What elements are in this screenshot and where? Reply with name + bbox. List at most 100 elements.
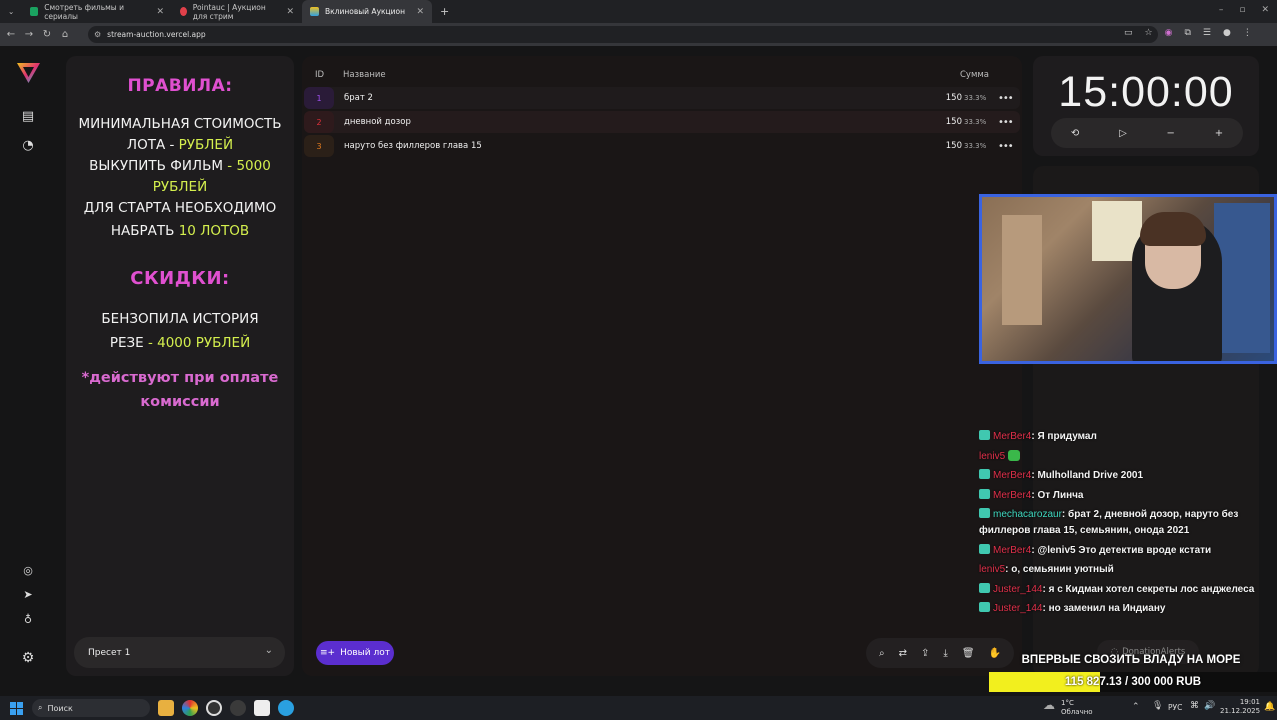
lot-name[interactable]: наруто без филлеров глава 15: [344, 141, 482, 151]
lot-id: 1: [304, 87, 334, 109]
back-icon[interactable]: ←: [2, 29, 20, 40]
telegram-icon[interactable]: [278, 700, 294, 716]
file-explorer-icon[interactable]: [158, 700, 174, 716]
chat-message: MerBer4: Mulholland Drive 2001: [979, 468, 1277, 484]
donation-goal-amount: 115 827.13 / 300 000 RUB: [1064, 676, 1202, 688]
home-icon[interactable]: ⌂: [56, 29, 74, 40]
close-window-icon[interactable]: ✕: [1261, 5, 1269, 15]
windows-start-icon[interactable]: [10, 702, 23, 715]
cast-icon[interactable]: ▭: [1124, 28, 1133, 38]
notifications-icon[interactable]: 🔔: [1264, 702, 1275, 712]
chat-message: leniv5: [979, 449, 1277, 465]
more-dots-icon[interactable]: •••: [998, 93, 1014, 104]
windows-taskbar: ⌕ Поиск ☁ 1°C Облачно ⌃ 🎙 РУС ⌘ 🔊 19:01 …: [0, 696, 1277, 720]
emote-icon: [1007, 449, 1020, 461]
history-icon[interactable]: ◔: [19, 136, 37, 154]
lot-row[interactable]: 2 дневной дозор 150 33.3% •••: [304, 111, 1020, 133]
telegram-icon[interactable]: ➤: [19, 585, 37, 603]
reset-timer-icon[interactable]: ⟲: [1071, 128, 1079, 139]
new-tab-button[interactable]: +: [432, 0, 452, 23]
more-dots-icon[interactable]: •••: [998, 117, 1014, 128]
lot-id: 2: [304, 111, 334, 133]
browser-tab-3[interactable]: Вклиновый Аукцион ✕: [302, 0, 432, 23]
badge-icon: [979, 488, 990, 499]
donation-goal-title: ВПЕРВЫЕ СВОЗИТЬ ВЛАДУ НА МОРЕ: [1021, 654, 1241, 666]
badge-icon: [979, 430, 990, 440]
lot-sum[interactable]: 150: [934, 141, 962, 151]
address-bar[interactable]: ⚙ stream-auction.vercel.app: [88, 26, 1158, 43]
list-icon[interactable]: ▤: [19, 107, 37, 125]
taskbar-search[interactable]: ⌕ Поиск: [32, 699, 150, 717]
search-icon: ⌕: [38, 703, 43, 712]
restore-icon[interactable]: ▫: [1239, 5, 1245, 15]
minus-icon[interactable]: −: [1167, 128, 1175, 139]
minimize-icon[interactable]: –: [1219, 5, 1224, 15]
forward-icon[interactable]: →: [20, 29, 38, 40]
rules-line: ВЫКУПИТЬ ФИЛЬМ - 5000: [89, 158, 271, 174]
network-icon[interactable]: ⌘: [1190, 701, 1199, 711]
more-dots-icon[interactable]: •••: [998, 141, 1014, 152]
lot-percent: 33.3%: [964, 94, 987, 102]
clock[interactable]: 19:01 21.12.2025: [1220, 698, 1260, 716]
lot-name[interactable]: дневной дозор: [344, 117, 411, 127]
lot-row[interactable]: 3 наруто без филлеров глава 15 150 33.3%…: [304, 135, 1020, 157]
search-icon[interactable]: ⌕: [879, 648, 885, 659]
microphone-icon[interactable]: 🎙: [1152, 701, 1163, 711]
close-icon[interactable]: ✕: [286, 7, 294, 17]
extension-icon[interactable]: ◉: [1165, 28, 1173, 38]
site-info-icon[interactable]: ⚙: [94, 30, 101, 39]
browser-tab-2[interactable]: Pointauc | Аукцион для стрим ✕: [172, 0, 302, 23]
app-icon[interactable]: [254, 700, 270, 716]
volume-icon[interactable]: 🔊: [1204, 701, 1215, 711]
rules-line: ДЛЯ СТАРТА НЕОБХОДИМО: [83, 200, 277, 216]
auction-logo-icon: [310, 7, 319, 16]
donation-goal-bar: 115 827.13 / 300 000 RUB: [989, 672, 1277, 692]
trash-icon[interactable]: 🗑: [962, 648, 975, 659]
chrome-icon[interactable]: [182, 700, 198, 716]
language-indicator[interactable]: РУС: [1168, 703, 1182, 712]
url-text: stream-auction.vercel.app: [107, 30, 206, 39]
column-header-id: ID: [315, 70, 325, 80]
lot-row[interactable]: 1 брат 2 150 33.3% •••: [304, 87, 1020, 109]
github-icon[interactable]: ♁: [19, 610, 37, 628]
shuffle-icon[interactable]: ⇄: [899, 648, 907, 659]
close-icon[interactable]: ✕: [416, 7, 424, 17]
browser-actions: ▭ ☆ ◉ ⧉ ☰ ● ⋮: [1124, 28, 1252, 38]
rules-text: МИНИМАЛЬНАЯ СТОИМОСТЬ ЛОТА - РУБЛЕЙ ВЫКУ…: [66, 114, 294, 242]
reading-list-icon[interactable]: ☰: [1203, 28, 1211, 38]
new-lot-label: Новый лот: [340, 648, 390, 658]
tab-list-button[interactable]: ⌄: [0, 0, 22, 23]
preset-select[interactable]: Пресет 1 ⌄: [74, 637, 285, 668]
new-lot-button[interactable]: ≡+ Новый лот: [316, 641, 394, 665]
close-icon[interactable]: ✕: [156, 7, 164, 17]
browser-tab-1[interactable]: Смотреть фильмы и сериалы ✕: [22, 0, 172, 23]
auction-app: ▤ ◔ ◎ ➤ ♁ ⚙ ПРАВИЛА: МИНИМАЛЬНАЯ СТОИМОС…: [0, 46, 1277, 696]
plus-icon[interactable]: +: [1215, 128, 1223, 139]
music-app-icon[interactable]: [206, 700, 222, 716]
lot-percent: 33.3%: [964, 118, 987, 126]
twitch-icon[interactable]: ◎: [19, 561, 37, 579]
lot-name[interactable]: брат 2: [344, 93, 373, 103]
play-icon[interactable]: ▷: [1119, 128, 1127, 139]
bookmark-star-icon[interactable]: ☆: [1145, 28, 1153, 38]
show-hidden-icons[interactable]: ⌃: [1132, 702, 1140, 712]
menu-dots-icon[interactable]: ⋮: [1243, 28, 1252, 38]
column-header-name: Название: [343, 70, 386, 80]
chat-message: leniv5: о, семьянин уютный: [979, 564, 1114, 575]
chat-message: Juster_144: я с Кидман хотел секреты лос…: [979, 582, 1277, 598]
rules-line: РУБЛЕЙ: [152, 179, 208, 195]
stream-chat-overlay: MerBer4: Я придумал leniv5 MerBer4: Mulh…: [979, 429, 1277, 621]
puzzle-icon[interactable]: ⧉: [1184, 28, 1190, 38]
reload-icon[interactable]: ↻: [38, 29, 56, 40]
download-icon[interactable]: ⤓: [943, 648, 947, 659]
discounts-text: БЕНЗОПИЛА ИСТОРИЯ РЕЗЕ - 4000 РУБЛЕЙ: [101, 311, 259, 351]
rules-heading: ПРАВИЛА:: [127, 76, 233, 96]
obs-icon[interactable]: [230, 700, 246, 716]
profile-avatar[interactable]: ●: [1223, 28, 1231, 38]
app-logo-icon[interactable]: [16, 61, 41, 84]
upload-icon[interactable]: ⇪: [921, 648, 929, 659]
lot-sum[interactable]: 150: [934, 117, 962, 127]
settings-gear-icon[interactable]: ⚙: [19, 649, 37, 667]
timer-controls: ⟲ ▷ − +: [1051, 118, 1243, 148]
lot-sum[interactable]: 150: [934, 93, 962, 103]
